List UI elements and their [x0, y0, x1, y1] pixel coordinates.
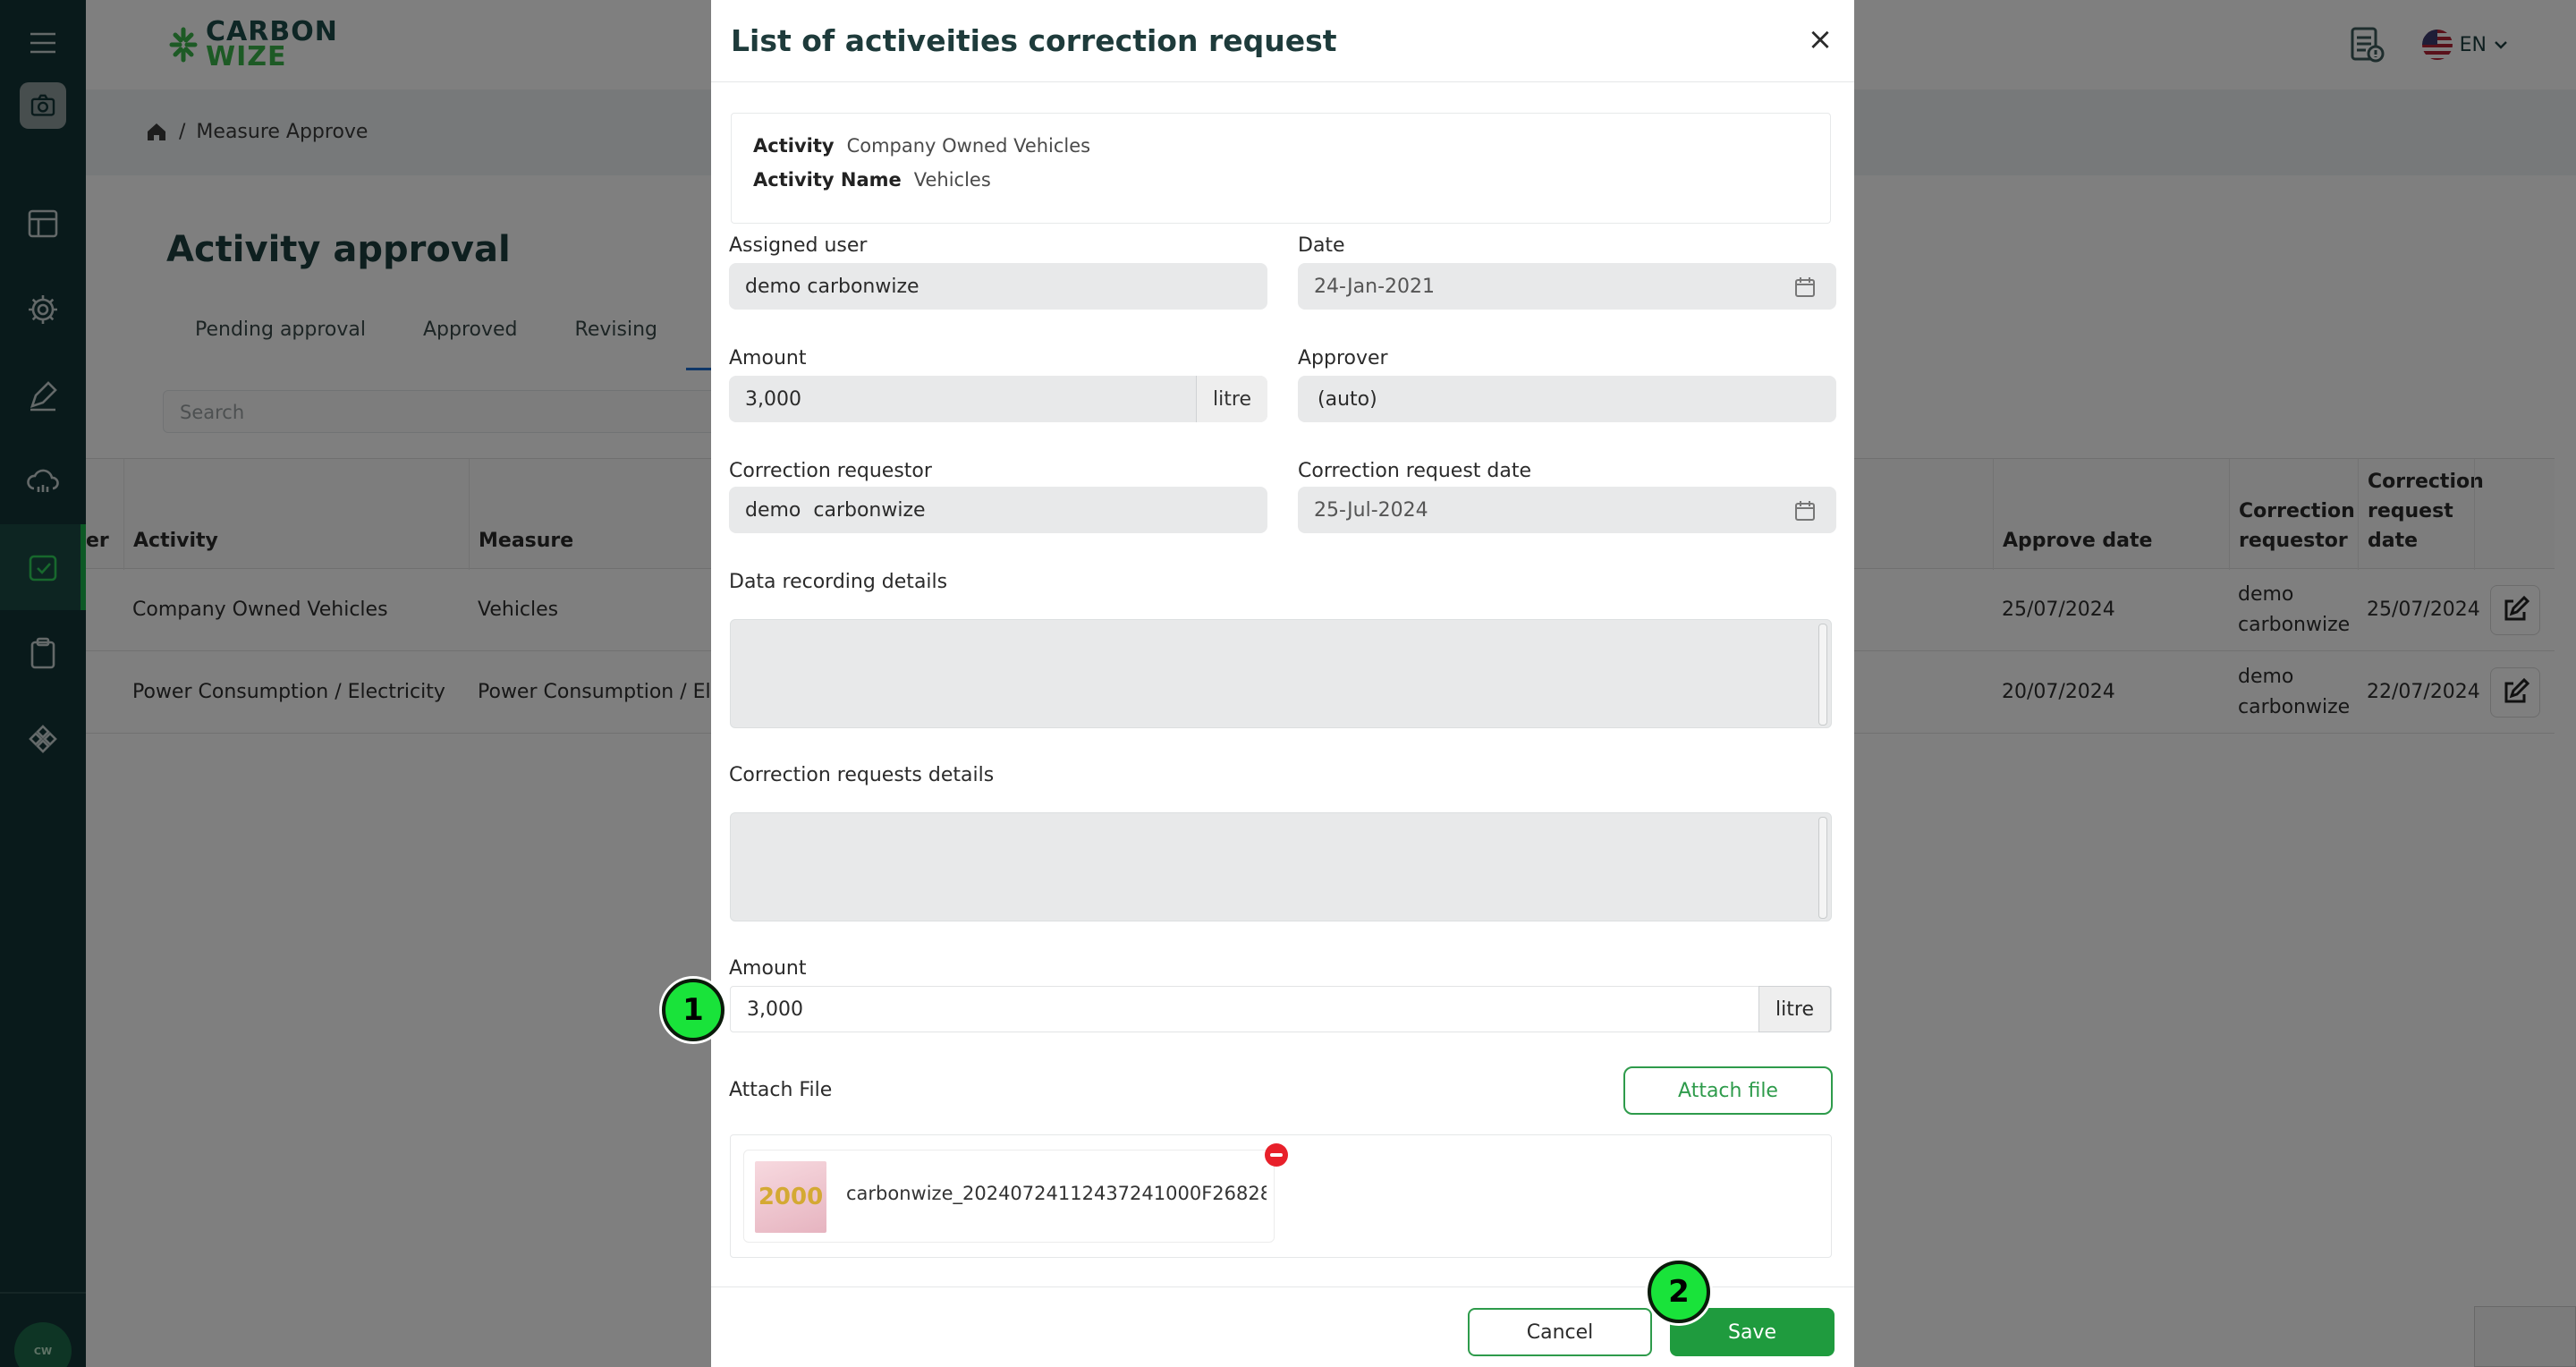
correction-request-date-value: 25-Jul-2024: [1314, 498, 1428, 522]
activity-name-value: Vehicles: [913, 169, 991, 191]
new-amount-value: 3,000: [747, 998, 803, 1021]
approver-field[interactable]: (auto): [1298, 376, 1836, 422]
file-name: carbonwize_20240724112437241000F26828: [846, 1183, 1267, 1204]
date-field[interactable]: 24-Jan-2021: [1298, 263, 1836, 310]
step-marker-2: 2: [1648, 1261, 1710, 1323]
correction-details-textarea[interactable]: [730, 812, 1832, 921]
approver-label: Approver: [1298, 347, 1388, 369]
activity-info: Activity Company Owned Vehicles Activity…: [731, 113, 1831, 224]
calendar-icon[interactable]: [1793, 276, 1817, 299]
correction-request-date-label: Correction request date: [1298, 460, 1532, 482]
new-amount-unit: litre: [1758, 986, 1831, 1032]
file-card[interactable]: 2000 carbonwize_20240724112437241000F268…: [743, 1143, 1288, 1243]
activity-label: Activity: [753, 135, 835, 157]
cancel-button[interactable]: Cancel: [1468, 1308, 1652, 1356]
calendar-icon[interactable]: [1793, 499, 1817, 522]
file-thumbnail: 2000: [755, 1161, 826, 1233]
correction-requestor-label: Correction requestor: [729, 460, 932, 482]
close-icon[interactable]: ×: [1802, 21, 1838, 57]
attach-file-label: Attach File: [729, 1079, 833, 1101]
correction-details-label: Correction requests details: [729, 764, 995, 786]
amount-value: 3,000: [745, 387, 801, 411]
correction-request-modal: List of activeities correction request ×…: [711, 0, 1854, 1367]
data-recording-label: Data recording details: [729, 571, 948, 593]
date-value: 24-Jan-2021: [1314, 275, 1435, 298]
activity-value: Company Owned Vehicles: [846, 135, 1091, 157]
amount-field[interactable]: 3,000 litre: [729, 376, 1267, 422]
correction-request-date-field[interactable]: 25-Jul-2024: [1298, 487, 1836, 533]
new-amount-label: Amount: [729, 957, 807, 980]
modal-title: List of activeities correction request: [731, 23, 1337, 58]
correction-requestor-field[interactable]: demo carbonwize: [729, 487, 1267, 533]
attach-file-button[interactable]: Attach file: [1623, 1066, 1833, 1115]
new-amount-input[interactable]: 3,000 litre: [730, 986, 1832, 1032]
data-recording-textarea[interactable]: [730, 619, 1832, 728]
date-label: Date: [1298, 234, 1345, 257]
modal-header: List of activeities correction request ×: [711, 0, 1854, 82]
assigned-user-field[interactable]: demo carbonwize: [729, 263, 1267, 310]
remove-file-icon[interactable]: [1265, 1143, 1288, 1167]
amount-label: Amount: [729, 347, 807, 369]
attached-files: 2000 carbonwize_20240724112437241000F268…: [730, 1134, 1832, 1258]
step-marker-1: 1: [662, 979, 724, 1041]
amount-unit: litre: [1196, 376, 1267, 422]
assigned-user-label: Assigned user: [729, 234, 868, 257]
activity-name-label: Activity Name: [753, 169, 902, 191]
